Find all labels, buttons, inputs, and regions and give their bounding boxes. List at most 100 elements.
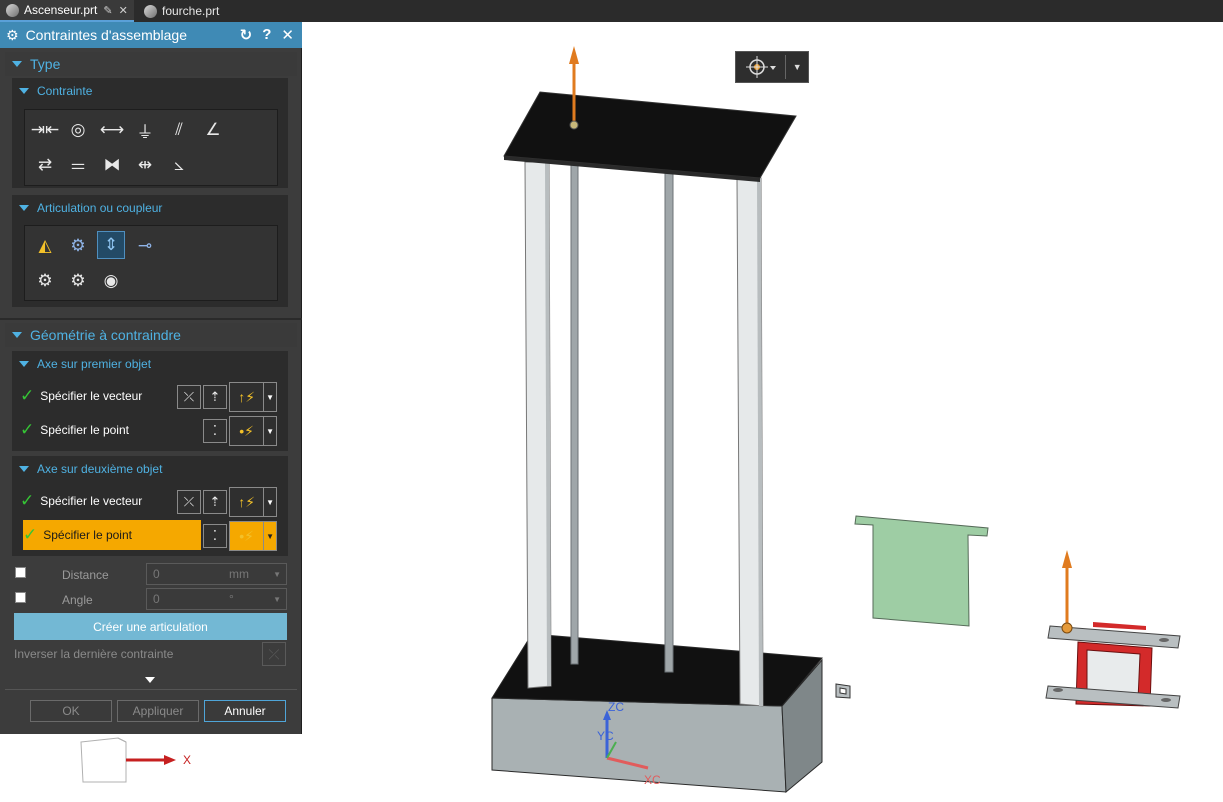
show-more-icon[interactable]	[145, 677, 155, 683]
section-geometry[interactable]: Géométrie à contraindre	[5, 323, 297, 347]
distance-value: 0	[153, 567, 160, 581]
angle-checkbox[interactable]	[15, 592, 26, 603]
screw-coupler-icon[interactable]: ◉	[97, 267, 125, 295]
first-vector-row[interactable]: ✓ Spécifier le vecteur	[20, 381, 142, 411]
check-icon: ✓	[23, 525, 38, 544]
close-icon[interactable]: ✕	[281, 26, 294, 44]
tab-fourche[interactable]: fourche.prt	[138, 0, 238, 22]
fix-icon[interactable]: ⏚	[131, 116, 159, 144]
specified-point[interactable]	[1061, 622, 1073, 634]
cancel-button[interactable]: Annuler	[204, 700, 286, 722]
angle-field[interactable]: 0 ° ▼	[146, 588, 287, 610]
rack-coupler-icon[interactable]: ⚙	[64, 267, 92, 295]
equal-icon[interactable]: ＝	[64, 151, 92, 179]
hole	[1053, 688, 1063, 692]
small-clip[interactable]	[835, 683, 851, 699]
section-second-axis[interactable]: Axe sur deuxième objet	[12, 458, 288, 480]
distance-checkbox[interactable]	[15, 567, 26, 578]
reverse-direction-button[interactable]: ⤫	[177, 490, 201, 514]
constraint-icon-grid: ⇥⇤ ◎ ⟷ ⏚ ⫽ ∠ ⇄ ＝ ⧓ ⇹ ⦣	[24, 109, 278, 186]
touch-align-icon[interactable]: ⇥⇤	[31, 116, 60, 144]
vector-origin-point[interactable]	[569, 120, 579, 130]
help-icon[interactable]: ?	[262, 26, 271, 44]
distance-icon[interactable]: ⟷	[98, 116, 126, 144]
divider	[0, 318, 302, 320]
gear-icon[interactable]: ⚙	[6, 27, 19, 44]
lightning-vector-icon: ↑⚡	[238, 493, 256, 510]
reverse-icon: ⤫	[183, 494, 195, 509]
section-type[interactable]: Type	[5, 52, 297, 76]
hole	[1161, 698, 1171, 702]
reverse-direction-button[interactable]: ⤫	[177, 385, 201, 409]
wcs-xc-label: XC	[644, 773, 661, 787]
section-label: Axe sur premier objet	[37, 357, 152, 371]
fork-plate[interactable]	[854, 515, 989, 627]
inferred-vector-button[interactable]: ⇡	[203, 490, 227, 514]
perpendicular-icon[interactable]: ∠	[199, 116, 227, 144]
left-guide-rod[interactable]	[570, 161, 579, 665]
parallel-icon[interactable]: ⫽	[165, 116, 193, 144]
cylindrical-joint-icon[interactable]: ⊸	[131, 232, 159, 260]
angle-icon[interactable]: ⦣	[165, 151, 193, 179]
reset-icon[interactable]: ↻	[240, 26, 253, 44]
create-joint-button[interactable]: Créer une articulation	[14, 613, 287, 640]
vector-icon: ⇡	[209, 494, 221, 509]
vector-icon: ⇡	[209, 389, 221, 404]
section-articulation[interactable]: Articulation ou coupleur	[12, 197, 288, 219]
point-selector[interactable]: •⚡ ▼	[229, 521, 277, 551]
point-dialog-button[interactable]: ⁚	[203, 524, 227, 548]
close-icon[interactable]: ✕	[119, 4, 128, 17]
ok-button[interactable]: OK	[30, 700, 112, 722]
check-icon: ✓	[20, 491, 35, 510]
lightning-point-icon: •⚡	[239, 527, 254, 544]
invert-constraint-button[interactable]: ⤫	[262, 642, 286, 666]
center-icon[interactable]: ⇹	[131, 151, 159, 179]
second-point-row[interactable]: ✓ Spécifier le point	[23, 520, 201, 550]
check-icon: ✓	[20, 420, 35, 439]
row-label: Spécifier le vecteur	[40, 389, 143, 403]
nx-window: Ascenseur.prt ✎ ✕ fourche.prt ZC YC XC ▼…	[0, 0, 1223, 802]
lightning-vector-icon: ↑⚡	[238, 388, 256, 405]
fit-icon[interactable]: ⧓	[98, 151, 126, 179]
inferred-vector-button[interactable]: ⇡	[203, 385, 227, 409]
part-file-icon	[6, 3, 19, 17]
tab-ascenseur[interactable]: Ascenseur.prt ✎ ✕	[0, 0, 134, 22]
modified-icon: ✎	[103, 4, 113, 17]
right-guide-rod[interactable]	[664, 171, 674, 673]
cam-joint-icon[interactable]: ◭	[31, 232, 59, 260]
vector-arrow-head	[1062, 550, 1072, 568]
section-contrainte[interactable]: Contrainte	[12, 80, 288, 102]
distance-field[interactable]: 0 mm ▼	[146, 563, 287, 585]
first-point-row[interactable]: ✓ Spécifier le point	[20, 415, 129, 445]
point-dialog-button[interactable]: ⁚	[203, 419, 227, 443]
section-first-axis[interactable]: Axe sur premier objet	[12, 353, 288, 375]
second-vector-row[interactable]: ✓ Spécifier le vecteur	[20, 486, 142, 516]
revolute-joint-icon[interactable]: ⚙	[64, 232, 92, 260]
vector-selector[interactable]: ↑⚡ ▼	[229, 487, 277, 517]
align-lock-icon[interactable]: ⇄	[31, 151, 59, 179]
section-label: Axe sur deuxième objet	[37, 462, 163, 476]
distance-label: Distance	[62, 568, 109, 582]
triad-x-label: X	[183, 753, 191, 767]
row-label: Spécifier le vecteur	[40, 494, 143, 508]
dialog-title-bar: ⚙ Contraintes d'assemblage ↻ ? ✕	[0, 22, 302, 48]
point-selector[interactable]: •⚡ ▼	[229, 416, 277, 446]
gear-coupler-icon[interactable]: ⚙	[31, 267, 59, 295]
assembly-constraints-dialog: ⚙ Contraintes d'assemblage ↻ ? ✕ Type Co…	[0, 22, 302, 734]
apply-button[interactable]: Appliquer	[117, 700, 199, 722]
chevron-down-icon: ▼	[263, 488, 276, 516]
vector-selector[interactable]: ↑⚡ ▼	[229, 382, 277, 412]
reverse-icon: ⤫	[183, 389, 195, 404]
section-label: Type	[30, 56, 61, 72]
slider-joint-icon[interactable]: ⇕	[97, 231, 125, 259]
check-icon: ✓	[20, 386, 35, 405]
divider	[5, 689, 297, 690]
crosshair-icon	[745, 56, 776, 78]
toolbar-dropdown-icon[interactable]: ▼	[786, 52, 808, 82]
chevron-down-icon: ▼	[273, 594, 281, 604]
document-tab-bar: Ascenseur.prt ✎ ✕ fourche.prt	[0, 0, 1223, 22]
snap-point-button[interactable]	[736, 52, 785, 82]
concentric-icon[interactable]: ◎	[64, 116, 92, 144]
base-block-front[interactable]	[491, 697, 787, 793]
angle-label: Angle	[62, 593, 93, 607]
